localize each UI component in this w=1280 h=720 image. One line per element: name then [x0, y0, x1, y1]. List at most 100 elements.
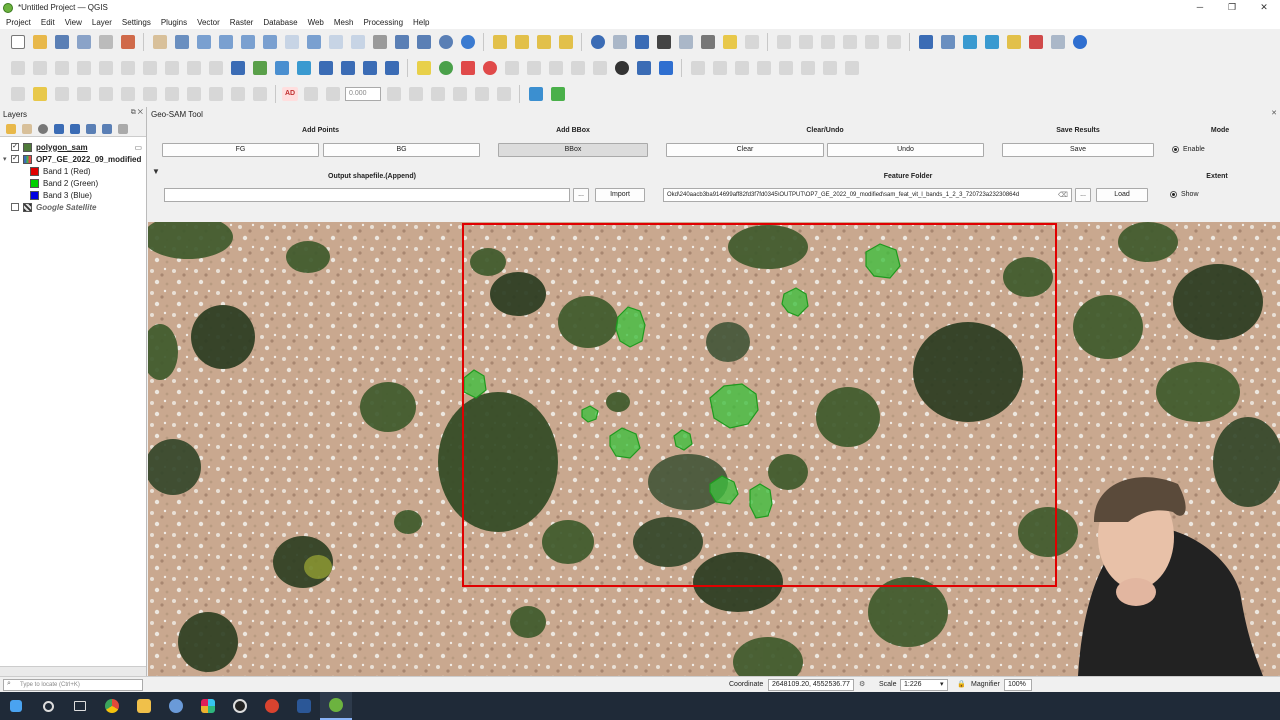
- snapping-settings-icon[interactable]: [548, 85, 567, 104]
- plugin-red-icon[interactable]: [458, 59, 477, 78]
- editing-icon-10[interactable]: [206, 59, 225, 78]
- zoom-full-icon[interactable]: [238, 33, 257, 52]
- lock-scale-icon[interactable]: 🔒: [957, 679, 966, 691]
- advanced-digitize-icon-7[interactable]: [820, 59, 839, 78]
- geosam-encoder-icon[interactable]: [612, 59, 631, 78]
- output-shapefile-input[interactable]: [164, 188, 570, 202]
- editing-icon-5[interactable]: [96, 59, 115, 78]
- digitize-icon-6[interactable]: [884, 33, 903, 52]
- chrome-icon[interactable]: [96, 692, 128, 720]
- print-layout-icon[interactable]: [96, 33, 115, 52]
- redo-icon[interactable]: [228, 85, 247, 104]
- advanced-digitize-icon-4[interactable]: [754, 59, 773, 78]
- snapping-icon[interactable]: [526, 85, 545, 104]
- add-virtual-layer-icon[interactable]: [382, 59, 401, 78]
- pan-to-selection-icon[interactable]: [172, 33, 191, 52]
- editing-icon-3[interactable]: [52, 59, 71, 78]
- plugin-delete-icon[interactable]: [480, 59, 499, 78]
- feature-folder-input[interactable]: Okd\240aacb3ba914699aff82fd3f7fd0345\OUT…: [663, 188, 1072, 202]
- label-show-hide-icon[interactable]: [428, 85, 447, 104]
- editing-icon-7[interactable]: [140, 59, 159, 78]
- vertex-icon-3[interactable]: [546, 59, 565, 78]
- chevron-down-icon[interactable]: ▾: [940, 679, 944, 691]
- output-browse-button[interactable]: ...: [573, 188, 589, 202]
- windows-start-icon[interactable]: [0, 692, 32, 720]
- bg-button[interactable]: BG: [323, 143, 480, 157]
- filter-expression-icon[interactable]: [70, 123, 80, 134]
- processing-toolbox-icon[interactable]: [632, 33, 651, 52]
- zoom-layer-icon[interactable]: [282, 33, 301, 52]
- editing-icon-9[interactable]: [184, 59, 203, 78]
- advanced-digitize-icon-2[interactable]: [710, 59, 729, 78]
- label-rotate-tool-icon[interactable]: [323, 85, 342, 104]
- add-vector-layer-icon[interactable]: [228, 59, 247, 78]
- add-group-icon[interactable]: [22, 123, 32, 134]
- add-wfs-icon[interactable]: [338, 59, 357, 78]
- save-project-icon[interactable]: [52, 33, 71, 52]
- toggle-extents-icon[interactable]: ⚙: [859, 679, 865, 691]
- vertex-icon-5[interactable]: [590, 59, 609, 78]
- new-project-icon[interactable]: [8, 33, 27, 52]
- new-map-view-icon[interactable]: [370, 33, 389, 52]
- zoom-next-icon[interactable]: [348, 33, 367, 52]
- help-book-icon[interactable]: [656, 59, 675, 78]
- spin-icon[interactable]: [384, 85, 403, 104]
- layer-row-raster[interactable]: ▾ ✓ OP7_GE_2022_09_modified: [0, 153, 146, 165]
- layer-row-google-satellite[interactable]: Google Satellite: [0, 201, 146, 213]
- undo-button[interactable]: Undo: [827, 143, 984, 157]
- menu-project[interactable]: Project: [6, 18, 31, 27]
- fg-button[interactable]: FG: [162, 143, 319, 157]
- label-move-icon[interactable]: [960, 33, 979, 52]
- delete-selected-icon[interactable]: [118, 85, 137, 104]
- menu-settings[interactable]: Settings: [122, 18, 151, 27]
- add-feature-icon[interactable]: [74, 85, 93, 104]
- layers-horizontal-scrollbar[interactable]: [0, 666, 146, 676]
- magnifier-field[interactable]: 100%: [1004, 679, 1032, 691]
- add-wms-icon[interactable]: [316, 59, 335, 78]
- vertex-tool-icon[interactable]: [96, 85, 115, 104]
- measure-icon[interactable]: [698, 33, 717, 52]
- label-ad-icon[interactable]: AD: [282, 87, 298, 101]
- panel-float-close-icon[interactable]: ⧉ ✕: [131, 109, 143, 117]
- label-property-icon[interactable]: [406, 85, 425, 104]
- label-abc-icon[interactable]: [414, 59, 433, 78]
- map-tips-icon[interactable]: [720, 33, 739, 52]
- label-highlight-icon[interactable]: [1026, 33, 1045, 52]
- restore-icon[interactable]: ❐: [1216, 0, 1248, 15]
- zoom-last-icon[interactable]: [326, 33, 345, 52]
- paste-features-icon[interactable]: [184, 85, 203, 104]
- r-studio-icon[interactable]: [160, 692, 192, 720]
- annotation-icon[interactable]: [742, 33, 761, 52]
- show-bookmarks-icon[interactable]: [414, 33, 433, 52]
- rotation-spinbox[interactable]: 0.000: [345, 87, 381, 101]
- editing-icon-1[interactable]: [8, 59, 27, 78]
- file-explorer-icon[interactable]: [128, 692, 160, 720]
- clear-input-icon[interactable]: ⌫: [1058, 191, 1068, 199]
- panel-close-icon[interactable]: ✕: [1271, 109, 1277, 117]
- expand-arrow-icon[interactable]: ▾: [3, 155, 11, 163]
- zoom-selection-icon[interactable]: [260, 33, 279, 52]
- select-features-icon[interactable]: [490, 33, 509, 52]
- menu-edit[interactable]: Edit: [41, 18, 55, 27]
- label-change-icon[interactable]: [1004, 33, 1023, 52]
- mode-enable-radio[interactable]: Enable: [1172, 146, 1205, 153]
- collapse-all-icon[interactable]: [102, 123, 112, 134]
- save-button[interactable]: Save: [1002, 143, 1154, 157]
- advanced-digitize-icon-1[interactable]: [688, 59, 707, 78]
- feature-browse-button[interactable]: ...: [1075, 188, 1091, 202]
- style-manager-icon[interactable]: [118, 33, 137, 52]
- label-text-icon[interactable]: [450, 85, 469, 104]
- diagram-icon[interactable]: [436, 59, 455, 78]
- refresh-icon[interactable]: [458, 33, 477, 52]
- advanced-digitize-icon-5[interactable]: [776, 59, 795, 78]
- advanced-digitize-icon-3[interactable]: [732, 59, 751, 78]
- deselect-icon[interactable]: [534, 33, 553, 52]
- obs-icon[interactable]: [224, 692, 256, 720]
- menu-raster[interactable]: Raster: [230, 18, 254, 27]
- extent-show-radio[interactable]: Show: [1170, 191, 1199, 198]
- advanced-digitize-icon-8[interactable]: [842, 59, 861, 78]
- add-wcs-icon[interactable]: [360, 59, 379, 78]
- menu-processing[interactable]: Processing: [363, 18, 403, 27]
- open-layer-styling-icon[interactable]: [6, 123, 16, 134]
- save-edits-icon[interactable]: [52, 85, 71, 104]
